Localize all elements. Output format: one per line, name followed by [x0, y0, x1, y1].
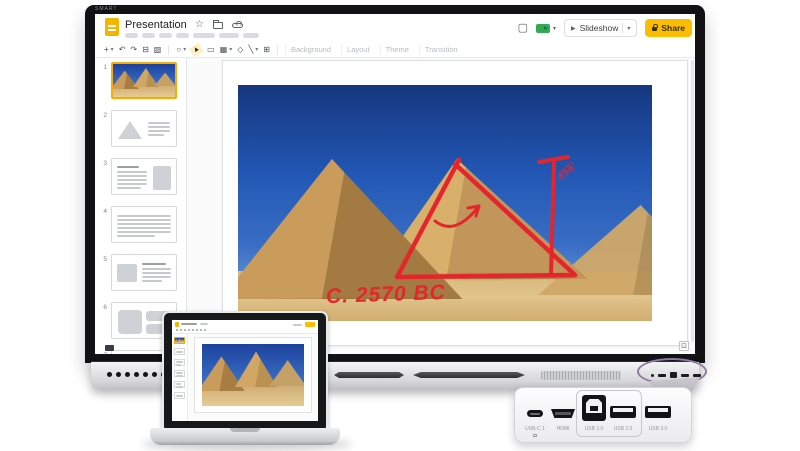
display-bezel: SMART Presentation ☆ — [85, 5, 705, 363]
laptop-thumbnail-panel — [172, 334, 188, 421]
print-icon[interactable]: ⊟ — [142, 45, 149, 55]
usb-a-port-1 — [610, 406, 636, 418]
zoom-dropdown-icon[interactable]: ▾ — [183, 46, 186, 53]
usb-b-touch-port — [582, 395, 606, 421]
menu-pill[interactable] — [193, 33, 215, 38]
thumbnail-slide-5[interactable]: 5 — [95, 254, 187, 292]
thumbnail-slide-1[interactable]: 1 — [95, 62, 187, 100]
canvas-scrollbar[interactable] — [691, 60, 694, 342]
tray-button[interactable] — [107, 372, 112, 377]
cloud-status-icon[interactable] — [232, 23, 243, 28]
new-slide-dropdown-icon[interactable]: ▾ — [111, 46, 114, 53]
move-folder-icon[interactable] — [213, 22, 223, 29]
laptop-lid-notch — [230, 428, 260, 432]
laptop-slide-canvas — [189, 334, 318, 421]
menu-pill[interactable] — [142, 33, 155, 38]
transition-button[interactable]: Transition — [419, 45, 463, 54]
laptop-current-slide — [194, 337, 312, 413]
speaker-grille — [541, 371, 621, 380]
tray-button[interactable] — [134, 372, 139, 377]
usb-a-port-2 — [645, 406, 671, 418]
insert-line-icon[interactable]: ╲ — [248, 45, 253, 55]
display-screen: Presentation ☆ ▢ — [95, 14, 695, 354]
pyramids-photo[interactable]: 455' C. 2570 BC — [238, 85, 652, 321]
laptop-slides-ui — [172, 320, 318, 421]
insert-comment-icon[interactable]: ⊞ — [263, 45, 270, 55]
filmstrip-view-icon[interactable] — [105, 345, 114, 351]
background-button[interactable]: Background — [285, 45, 336, 54]
ports-closeup-panel: USB-C 1 HDMI USB 2.0 USB 2.0 USB 3.0 — [514, 387, 692, 443]
laptop-bezel — [164, 313, 326, 428]
share-label: Share — [661, 23, 685, 33]
slideshow-dropdown-icon[interactable]: ▾ — [627, 25, 630, 32]
theme-button[interactable]: Theme — [380, 45, 414, 54]
arrow-annotation — [435, 206, 479, 226]
tray-button[interactable] — [143, 372, 148, 377]
stylus-pen-1[interactable] — [334, 372, 404, 378]
slides-toolbar: +▾ ↶ ↷ ⊟ ▧ ○▾ ▲ ▭ ▦▾ ◇ ╲▾ ⊞ Background L… — [95, 42, 695, 58]
menu-pill[interactable] — [125, 33, 138, 38]
paint-format-icon[interactable]: ▧ — [154, 45, 162, 55]
usb-c-power-icon — [533, 434, 537, 437]
stylus-pen-2[interactable] — [413, 372, 525, 378]
thumbnail-slide-4[interactable]: 4 — [95, 206, 187, 244]
insert-line-dropdown-icon[interactable]: ▾ — [255, 46, 258, 53]
slide-canvas: 455' C. 2570 BC ⊡ — [187, 58, 695, 354]
insert-shape-icon[interactable]: ◇ — [237, 45, 243, 55]
menu-pill[interactable] — [219, 33, 239, 38]
comments-icon[interactable]: ▢ — [518, 22, 528, 34]
insert-image-dropdown-icon[interactable]: ▾ — [229, 46, 232, 53]
meet-dropdown-icon[interactable]: ▾ — [553, 25, 556, 32]
laptop-share-button — [305, 322, 315, 327]
slideshow-play-icon: ▶ — [571, 25, 576, 32]
redo-icon[interactable]: ↷ — [130, 45, 137, 55]
menu-pill[interactable] — [176, 33, 189, 38]
share-button[interactable]: Share — [645, 19, 692, 37]
lock-icon — [652, 27, 657, 31]
thumbnail-slide-3[interactable]: 3 — [95, 158, 187, 196]
slideshow-label: Slideshow — [580, 23, 619, 33]
thumbnail-slide-2[interactable]: 2 — [95, 110, 187, 148]
laptop-pyramids-photo — [202, 344, 304, 406]
hdmi-port — [551, 409, 575, 418]
current-slide[interactable]: 455' C. 2570 BC — [222, 60, 688, 346]
text-box-icon[interactable]: ▭ — [207, 45, 215, 55]
laptop-base — [150, 428, 340, 445]
usb-a-1-port-label: USB 2.0 — [606, 426, 640, 432]
new-slide-icon[interactable]: + — [104, 45, 109, 55]
fit-to-screen-button[interactable]: ⊡ — [679, 341, 689, 351]
star-icon[interactable]: ☆ — [195, 20, 204, 30]
laptop — [150, 311, 340, 447]
menu-pill[interactable] — [159, 33, 172, 38]
display-brand-label: SMART — [95, 6, 117, 12]
menu-pill[interactable] — [243, 33, 259, 38]
undo-icon[interactable]: ↶ — [119, 45, 126, 55]
document-title[interactable]: Presentation — [125, 19, 187, 31]
meet-icon[interactable] — [536, 24, 550, 33]
triangle-annotation — [397, 160, 575, 277]
layout-button[interactable]: Layout — [341, 45, 375, 54]
select-tool-icon[interactable]: ▲ — [189, 42, 204, 56]
caption-annotation: C. 2570 BC — [326, 281, 446, 309]
slide-thumbnail-panel: 1 2 — [95, 58, 187, 354]
hdmi-port-label: HDMI — [546, 426, 580, 432]
height-label: 455' — [554, 160, 579, 184]
tray-button[interactable] — [125, 372, 130, 377]
slides-header: Presentation ☆ ▢ — [95, 14, 695, 42]
laptop-screen — [162, 311, 328, 430]
usb-c-port — [527, 410, 543, 417]
usb-a-2-port-label: USB 3.0 — [641, 426, 675, 432]
insert-image-icon[interactable]: ▦ — [220, 45, 228, 55]
laptop-thumbnail-1 — [174, 337, 185, 344]
slides-app-icon[interactable] — [105, 18, 119, 36]
tray-button[interactable] — [116, 372, 121, 377]
laptop-slides-app-icon — [175, 322, 179, 327]
menu-bar — [125, 33, 259, 38]
slideshow-button[interactable]: ▶ Slideshow ▾ — [564, 19, 637, 37]
zoom-icon[interactable]: ○ — [176, 45, 181, 55]
